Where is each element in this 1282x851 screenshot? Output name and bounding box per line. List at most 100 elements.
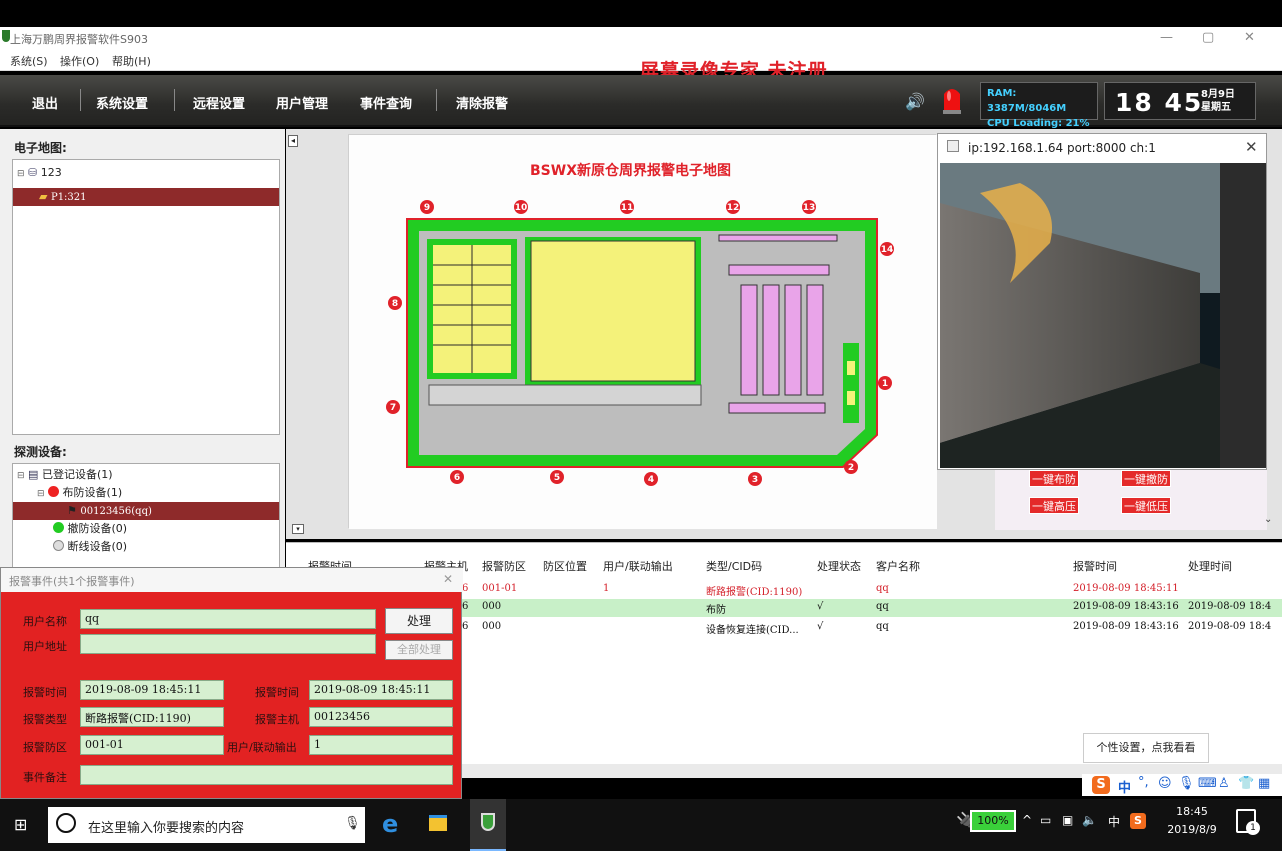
weekday-label: 星期五: [1201, 102, 1231, 113]
electronic-map[interactable]: 1 2 3 4 5 6 7 8 9 10 11 12 13 14: [348, 134, 937, 529]
device-group-icon: ▤: [28, 468, 39, 481]
user-management-button[interactable]: 用户管理: [276, 93, 328, 112]
cell-output: 1: [603, 583, 610, 594]
display-icon[interactable]: ▣: [1062, 813, 1073, 827]
col-alarm-time-2[interactable]: 报警时间: [1073, 558, 1117, 574]
user-icon[interactable]: ♙: [1218, 776, 1230, 791]
offline-devices-node[interactable]: 断线设备(0): [53, 538, 127, 556]
cell-host: 6: [462, 621, 469, 632]
volume-icon[interactable]: 🔈: [1082, 813, 1097, 827]
clear-alarm-button[interactable]: 清除报警: [456, 93, 508, 112]
collapse-icon[interactable]: ⊟: [17, 471, 25, 481]
remote-settings-button[interactable]: 远程设置: [193, 93, 245, 112]
close-button[interactable]: ✕: [1244, 30, 1255, 45]
user-name-field[interactable]: qq: [80, 609, 376, 629]
menu-operation[interactable]: 操作(O): [60, 53, 99, 69]
col-alarm-zone[interactable]: 报警防区: [482, 558, 526, 574]
skin-icon[interactable]: 👕: [1238, 776, 1254, 791]
map-tree-header: 电子地图:: [14, 141, 67, 155]
notification-icon[interactable]: 1: [1236, 809, 1260, 835]
cell-host: 6: [462, 601, 469, 612]
map-tree-root[interactable]: ⊟ ⛁ 123: [17, 164, 277, 182]
punctuation-icon[interactable]: °,: [1138, 775, 1149, 790]
chevron-up-icon[interactable]: ^: [1022, 813, 1032, 827]
collapse-left-icon[interactable]: ◂: [288, 135, 298, 147]
map-tree: ⊟ ⛁ 123 ▰ P1:321: [12, 159, 280, 435]
speaker-icon[interactable]: 🔊: [905, 92, 925, 111]
edge-browser-icon[interactable]: e: [382, 810, 398, 838]
cell-zone: 001-01: [482, 583, 518, 594]
disarm-all-button[interactable]: 一键撤防: [1121, 470, 1171, 487]
low-voltage-button[interactable]: 一键低压: [1121, 497, 1171, 514]
alarm-time-field[interactable]: 2019-08-09 18:45:11: [80, 680, 224, 700]
alarm-time2-field[interactable]: 2019-08-09 18:45:11: [309, 680, 453, 700]
exit-button[interactable]: 退出: [32, 93, 58, 112]
minimize-button[interactable]: —: [1160, 30, 1173, 45]
network-icon[interactable]: ▭: [1040, 813, 1051, 827]
battery-indicator[interactable]: 100%: [970, 810, 1016, 832]
collapse-icon[interactable]: ⊟: [37, 489, 45, 499]
zone-marker-14: 14: [881, 245, 894, 255]
zone-marker-8: 8: [392, 299, 398, 309]
alarm-host-label: 报警主机: [255, 713, 299, 726]
ime-mode-icon[interactable]: 中: [1118, 777, 1131, 796]
high-voltage-button[interactable]: 一键高压: [1029, 497, 1079, 514]
alarm-host-field[interactable]: 00123456: [309, 707, 453, 727]
handle-button[interactable]: 处理: [385, 608, 453, 634]
toolbox-icon[interactable]: ▦: [1258, 776, 1270, 791]
dialog-close-button[interactable]: ✕: [443, 572, 453, 586]
col-handle-time[interactable]: 处理时间: [1188, 558, 1232, 574]
microphone-icon[interactable]: 🎙: [344, 816, 361, 831]
taskbar-app-alarm[interactable]: [470, 799, 506, 851]
left-panel: 电子地图: ⊟ ⛁ 123 ▰ P1:321 探测设备: ⊟ ▤ 已登记设备(1…: [0, 129, 285, 573]
collapse-down-icon[interactable]: ▾: [292, 524, 304, 534]
event-query-button[interactable]: 事件查询: [360, 93, 412, 112]
zone-marker-9: 9: [424, 203, 430, 213]
taskbar-clock[interactable]: 18:45 2019/8/9: [1162, 803, 1222, 839]
input-language[interactable]: 中: [1108, 813, 1120, 830]
col-type-cid[interactable]: 类型/CID码: [706, 558, 762, 574]
user-address-field[interactable]: [80, 634, 376, 654]
alarm-zone-field[interactable]: 001-01: [80, 735, 224, 755]
taskbar-search[interactable]: 在这里输入你要搜索的内容 🎙: [48, 807, 365, 843]
chevron-down-icon[interactable]: ⌄: [1264, 514, 1272, 525]
title-bar: 上海万鹏周界报警软件S903 — ▢ ✕: [0, 27, 1282, 49]
col-user-output[interactable]: 用户/联动输出: [603, 558, 673, 574]
cell-type: 布防: [706, 605, 726, 616]
col-zone-location[interactable]: 防区位置: [543, 558, 587, 574]
site-plan-drawing: 1 2 3 4 5 6 7 8 9 10 11 12 13 14: [349, 135, 937, 529]
arm-all-button[interactable]: 一键布防: [1029, 470, 1079, 487]
armed-devices-node[interactable]: ⊟ 布防设备(1): [37, 484, 122, 502]
note-field[interactable]: [80, 765, 453, 785]
system-resource-panel: RAM: 3387M/8046M CPU Loading: 21%: [980, 82, 1098, 129]
menu-help[interactable]: 帮助(H): [112, 53, 151, 69]
dialog-titlebar: 报警事件(共1个报警事件) ✕: [1, 568, 463, 592]
device-item-00123456[interactable]: ⚑ 00123456(qq): [13, 502, 279, 520]
device-tree-header: 探测设备:: [14, 445, 67, 459]
sogou-tray-icon[interactable]: S: [1130, 813, 1146, 829]
video-close-button[interactable]: ✕: [1245, 138, 1258, 156]
clock-date: 8月9日 星期五: [1201, 88, 1235, 114]
emoji-icon[interactable]: ☺: [1158, 776, 1172, 791]
col-status[interactable]: 处理状态: [817, 558, 861, 574]
microphone-icon[interactable]: 🎙: [1178, 776, 1195, 791]
disarmed-devices-node[interactable]: 撤防设备(0): [53, 520, 127, 538]
output-field[interactable]: 1: [309, 735, 453, 755]
map-title: BSWX新原仓周界报警电子地图: [530, 163, 731, 179]
file-explorer-icon[interactable]: [429, 815, 447, 831]
col-customer[interactable]: 客户名称: [876, 558, 920, 574]
windows-start-icon[interactable]: ⊞: [14, 815, 27, 834]
system-settings-button[interactable]: 系统设置: [96, 93, 148, 112]
collapse-icon[interactable]: ⊟: [17, 169, 25, 179]
registered-devices-node[interactable]: ⊟ ▤ 已登记设备(1): [17, 466, 113, 484]
restore-button[interactable]: ▢: [1202, 30, 1214, 45]
toolbar-divider: [80, 89, 81, 111]
handle-all-button[interactable]: 全部处理: [385, 640, 453, 660]
map-tree-item-p1[interactable]: ▰ P1:321: [13, 188, 279, 206]
sogou-logo-icon[interactable]: S: [1092, 776, 1110, 794]
alarm-type-field[interactable]: 断路报警(CID:1190): [80, 707, 224, 727]
cell-customer: qq: [876, 601, 889, 612]
menu-system[interactable]: 系统(S): [10, 53, 48, 69]
map-tree-item-label: P1:321: [50, 192, 87, 203]
keyboard-icon[interactable]: ⌨: [1198, 776, 1217, 791]
